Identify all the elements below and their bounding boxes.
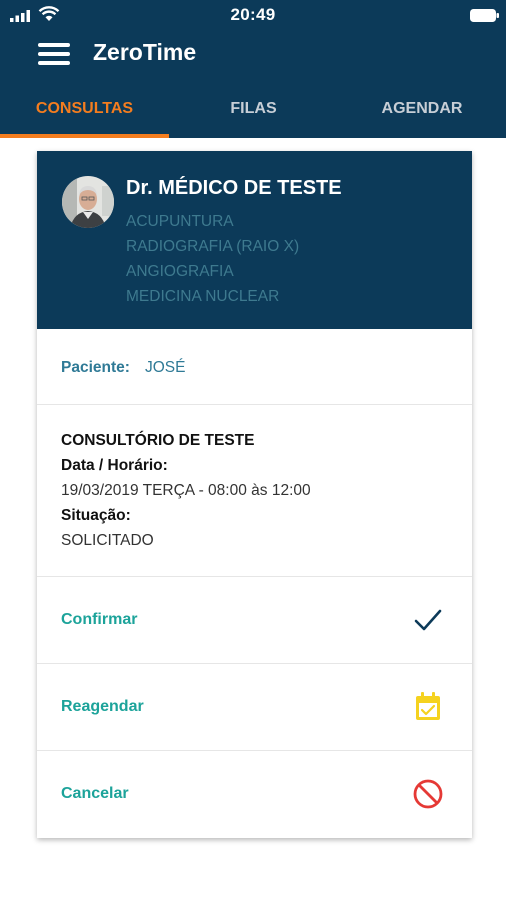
confirm-label: Confirmar (61, 611, 138, 628)
hamburger-menu-icon[interactable] (38, 41, 70, 67)
tab-agendar[interactable]: AGENDAR (338, 88, 506, 138)
battery-icon (470, 9, 499, 22)
app-title: ZeroTime (93, 39, 197, 65)
office-name: CONSULTÓRIO DE TESTE (61, 432, 255, 449)
active-tab-indicator (0, 134, 169, 138)
specialty-list: ACUPUNTURA RADIOGRAFIA (RAIO X) ANGIOGRA… (126, 209, 299, 309)
datetime-value: 19/03/2019 TERÇA - 08:00 às 12:00 (61, 482, 311, 499)
calendar-check-icon (416, 692, 440, 720)
specialty-item: ANGIOGRAFIA (126, 263, 234, 280)
doctor-header: Dr. MÉDICO DE TESTE ACUPUNTURA RADIOGRAF… (37, 151, 472, 329)
prohibited-icon (413, 779, 443, 809)
doctor-name: Dr. MÉDICO DE TESTE (126, 177, 342, 199)
datetime-label: Data / Horário: (61, 457, 168, 474)
doctor-avatar (62, 176, 114, 228)
cancel-button[interactable]: Cancelar (37, 751, 472, 838)
patient-name: JOSÉ (145, 359, 186, 376)
specialty-item: RADIOGRAFIA (RAIO X) (126, 238, 300, 255)
tab-consultas[interactable]: CONSULTAS (0, 88, 169, 138)
reschedule-label: Reagendar (61, 698, 144, 715)
status-bar: 20:49 (0, 0, 506, 30)
confirm-button[interactable]: Confirmar (37, 577, 472, 664)
app-header: 20:49 ZeroTime CONSULTAS FILAS AGENDAR (0, 0, 506, 138)
status-label: Situação: (61, 507, 131, 524)
cancel-label: Cancelar (61, 785, 129, 802)
tab-bar: CONSULTAS FILAS AGENDAR (0, 88, 506, 138)
reschedule-button[interactable]: Reagendar (37, 664, 472, 751)
status-value: SOLICITADO (61, 532, 154, 549)
appointment-card: Dr. MÉDICO DE TESTE ACUPUNTURA RADIOGRAF… (37, 151, 472, 838)
status-time: 20:49 (230, 5, 276, 24)
patient-row: Paciente: JOSÉ (37, 329, 472, 405)
specialty-item: ACUPUNTURA (126, 213, 234, 230)
tab-filas[interactable]: FILAS (169, 88, 338, 138)
appointment-details: CONSULTÓRIO DE TESTE Data / Horário: 19/… (37, 405, 472, 577)
specialty-item: MEDICINA NUCLEAR (126, 288, 280, 305)
patient-label: Paciente: (61, 359, 130, 376)
app-bar: ZeroTime (0, 30, 506, 80)
checkmark-icon (414, 609, 442, 631)
